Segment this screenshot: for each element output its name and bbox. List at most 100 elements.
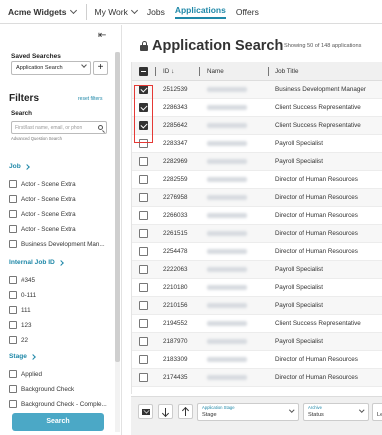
table-row[interactable]: 2512539 Business Development Manager [132, 81, 382, 99]
checkbox[interactable] [9, 195, 17, 203]
row-checkbox[interactable] [139, 355, 148, 364]
applicant-name-redacted[interactable] [207, 321, 247, 326]
applicant-name-redacted[interactable] [207, 267, 247, 272]
nav-my-work[interactable]: My Work [95, 6, 138, 17]
sidebar-scrollbar[interactable] [115, 52, 120, 432]
applicant-name-redacted[interactable] [207, 87, 247, 92]
filter-option[interactable]: Applied [9, 370, 42, 378]
table-row[interactable]: 2285642 Client Success Representative [132, 117, 382, 135]
row-checkbox[interactable] [139, 319, 148, 328]
scrollbar-thumb[interactable] [115, 52, 120, 362]
search-icon[interactable] [98, 125, 103, 130]
select-all-checkbox[interactable] [139, 67, 148, 76]
checkbox[interactable] [9, 240, 17, 248]
checkbox[interactable] [9, 180, 17, 188]
applicant-name-redacted[interactable] [207, 357, 247, 362]
filter-option[interactable]: Background Check - Comple... [9, 400, 107, 408]
filter-option[interactable]: Actor - Scene Extra [9, 195, 76, 203]
filter-option[interactable]: Background Check [9, 385, 74, 393]
filter-option[interactable]: 22 [9, 336, 28, 344]
applicant-name-redacted[interactable] [207, 375, 247, 380]
applicant-name-redacted[interactable] [207, 123, 247, 128]
applicant-name-redacted[interactable] [207, 195, 247, 200]
table-row[interactable]: 2283347 Payroll Specialist [132, 135, 382, 153]
row-checkbox[interactable] [139, 229, 148, 238]
column-header-name[interactable]: Name [207, 68, 224, 75]
row-checkbox[interactable] [139, 301, 148, 310]
move-down-button[interactable] [158, 404, 173, 419]
table-row[interactable]: 2254478 Director of Human Resources [132, 243, 382, 261]
checkbox[interactable] [9, 400, 17, 408]
move-up-button[interactable] [178, 404, 193, 419]
table-row[interactable]: 2174435 Director of Human Resources [132, 369, 382, 387]
row-checkbox[interactable] [139, 283, 148, 292]
table-row[interactable]: 2194552 Client Success Representative [132, 315, 382, 333]
checkbox[interactable] [9, 291, 17, 299]
table-row[interactable]: 2183309 Director of Human Resources [132, 351, 382, 369]
additional-select[interactable]: Le [372, 403, 382, 421]
applicant-name-redacted[interactable] [207, 159, 247, 164]
search-button[interactable]: Search [12, 413, 104, 431]
checkbox[interactable] [9, 336, 17, 344]
checkbox[interactable] [9, 276, 17, 284]
table-row[interactable]: 2210156 Payroll Specialist [132, 297, 382, 315]
applicant-name-redacted[interactable] [207, 249, 247, 254]
applicant-name-redacted[interactable] [207, 339, 247, 344]
reset-filters-link[interactable]: reset filters [78, 96, 102, 102]
checkbox[interactable] [9, 210, 17, 218]
table-row[interactable]: 2276958 Director of Human Resources [132, 189, 382, 207]
filter-option[interactable]: 111 [9, 306, 31, 314]
row-checkbox[interactable] [139, 373, 148, 382]
filter-option[interactable]: 123 [9, 321, 32, 329]
filter-section-internal-job-id[interactable]: Internal Job ID [9, 259, 64, 266]
table-row[interactable]: 2210180 Payroll Specialist [132, 279, 382, 297]
application-stage-select[interactable]: Application Stage Stage [197, 403, 299, 421]
nav-jobs[interactable]: Jobs [147, 7, 165, 17]
checkbox[interactable] [9, 385, 17, 393]
filter-option[interactable]: Business Development Man... [9, 240, 105, 248]
table-row[interactable]: 2282969 Payroll Specialist [132, 153, 382, 171]
row-checkbox[interactable] [139, 265, 148, 274]
filter-option[interactable]: #345 [9, 276, 35, 284]
applicant-name-redacted[interactable] [207, 141, 247, 146]
column-header-id[interactable]: ID ↓ [163, 68, 174, 75]
checkbox[interactable] [9, 306, 17, 314]
org-switcher[interactable]: Acme Widgets [8, 6, 77, 17]
row-checkbox[interactable] [139, 157, 148, 166]
applicant-name-redacted[interactable] [207, 177, 247, 182]
applicant-name-redacted[interactable] [207, 213, 247, 218]
advanced-question-search-link[interactable]: Advanced Question Search [11, 136, 62, 141]
applicant-name-redacted[interactable] [207, 231, 247, 236]
table-row[interactable]: 2282559 Director of Human Resources [132, 171, 382, 189]
table-row[interactable]: 2266033 Director of Human Resources [132, 207, 382, 225]
checkbox[interactable] [9, 321, 17, 329]
search-input[interactable]: First/last name, email, or phon [11, 121, 107, 134]
table-row[interactable]: 2187970 Payroll Specialist [132, 333, 382, 351]
applicant-name-redacted[interactable] [207, 303, 247, 308]
checkbox[interactable] [9, 370, 17, 378]
applicant-name-redacted[interactable] [207, 285, 247, 290]
column-header-job-title[interactable]: Job Title [275, 68, 298, 75]
row-checkbox[interactable] [139, 337, 148, 346]
saved-search-select[interactable]: Application Search [11, 61, 91, 75]
add-saved-search-button[interactable]: + [93, 61, 108, 75]
collapse-left-icon[interactable]: ⇤ [98, 31, 110, 41]
nav-offers[interactable]: Offers [236, 7, 259, 17]
filter-option[interactable]: Actor - Scene Extra [9, 180, 76, 188]
checkbox[interactable] [9, 225, 17, 233]
email-button[interactable] [138, 404, 153, 419]
table-row[interactable]: 2286343 Client Success Representative [132, 99, 382, 117]
row-checkbox[interactable] [139, 193, 148, 202]
filter-option[interactable]: Actor - Scene Extra [9, 210, 76, 218]
filter-option[interactable]: 0-111 [9, 291, 36, 299]
nav-applications[interactable]: Applications [174, 5, 226, 19]
table-row[interactable]: 2261515 Director of Human Resources [132, 225, 382, 243]
row-checkbox[interactable] [139, 175, 148, 184]
archive-status-select[interactable]: Archive Status [303, 403, 369, 421]
filter-section-stage[interactable]: Stage [9, 353, 36, 360]
filter-section-job[interactable]: Job [9, 163, 30, 170]
applicant-name-redacted[interactable] [207, 105, 247, 110]
filter-option[interactable]: Actor - Scene Extra [9, 225, 76, 233]
row-checkbox[interactable] [139, 247, 148, 256]
row-checkbox[interactable] [139, 211, 148, 220]
